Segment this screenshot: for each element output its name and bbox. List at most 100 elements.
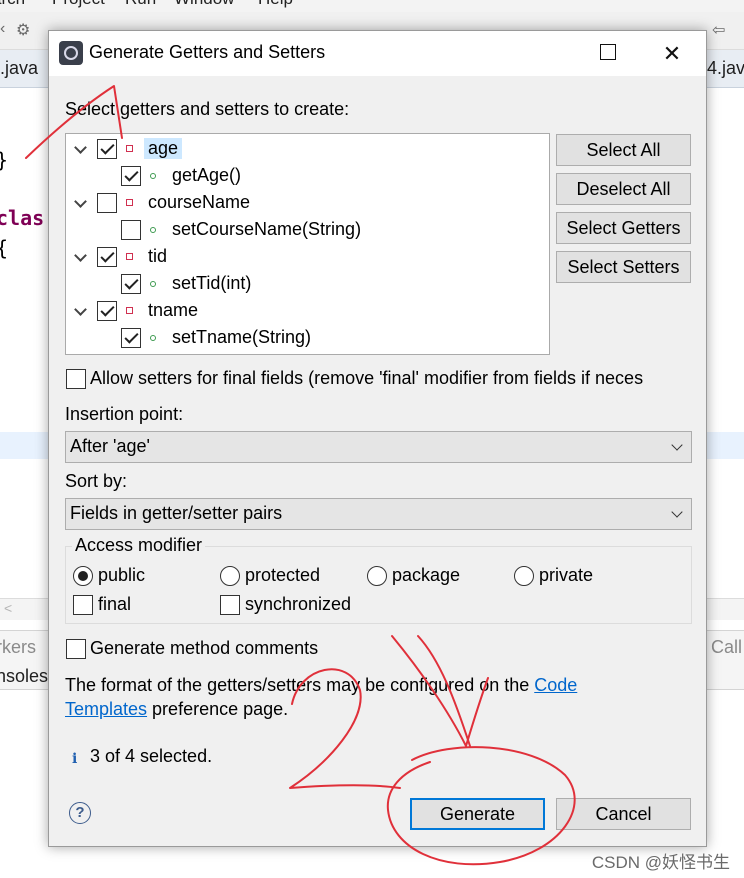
chevron-down-icon: [671, 508, 683, 520]
method-icon: [150, 335, 156, 341]
menu-window[interactable]: Window: [174, 0, 234, 9]
radio-public[interactable]: [73, 566, 93, 586]
expand-chevron-icon[interactable]: [74, 250, 88, 264]
tree-row-label: age: [144, 138, 183, 159]
radio-protected-label: protected: [245, 565, 321, 585]
code-templates-link[interactable]: Code: [534, 675, 577, 695]
expand-chevron-icon[interactable]: [74, 142, 88, 156]
method-icon: [150, 173, 156, 179]
tree-row-field[interactable]: tid: [66, 244, 549, 271]
back-arrow-icon[interactable]: ⇦: [712, 20, 725, 40]
menu-search[interactable]: arch: [0, 0, 25, 9]
tree-checkbox[interactable]: [97, 301, 117, 321]
tree-row-method[interactable]: setCourseName(String): [66, 217, 549, 244]
tree-checkbox[interactable]: [121, 166, 141, 186]
access-modifier-legend: Access modifier: [72, 535, 206, 556]
tree-checkbox[interactable]: [97, 247, 117, 267]
tree-checkbox[interactable]: [97, 193, 117, 213]
menu-run[interactable]: Run: [125, 0, 156, 9]
view-tab-consoles[interactable]: nsoles: [0, 666, 48, 687]
synchronized-checkbox[interactable]: [220, 595, 240, 615]
expand-chevron-icon[interactable]: [74, 304, 88, 318]
templates-link[interactable]: Templates: [65, 699, 147, 719]
tree-row-label: getAge(): [172, 165, 242, 185]
tree-row-field[interactable]: age: [66, 136, 549, 163]
dialog-titlebar[interactable]: Generate Getters and Setters ✕: [49, 31, 706, 76]
radio-private[interactable]: [514, 566, 534, 586]
insertion-point-select[interactable]: After 'age': [65, 431, 692, 463]
ide-menubar: arch Project Run Window Help: [0, 0, 744, 12]
field-icon: [126, 253, 133, 260]
sort-by-select[interactable]: Fields in getter/setter pairs: [65, 498, 692, 530]
chevron-down-icon: [671, 441, 683, 453]
method-icon: [150, 227, 156, 233]
close-button[interactable]: ✕: [637, 31, 707, 76]
format-text-part2: preference page.: [147, 699, 289, 719]
dialog-title: Generate Getters and Setters: [89, 42, 326, 62]
tree-row-label: setTname(String): [172, 327, 312, 347]
final-label: final: [98, 594, 132, 614]
tree-row-method[interactable]: getAge(): [66, 163, 549, 190]
tree-row-method[interactable]: setTid(int): [66, 271, 549, 298]
nav-icon[interactable]: ‹: [0, 20, 5, 38]
code-class-keyword: clas: [0, 206, 45, 230]
cancel-button[interactable]: Cancel: [556, 798, 691, 830]
menu-help[interactable]: Help: [258, 0, 293, 9]
method-icon: [150, 281, 156, 287]
tree-checkbox[interactable]: [97, 139, 117, 159]
radio-package-label: package: [392, 565, 461, 585]
fields-tree[interactable]: age getAge() courseName setCourseName(Strin…: [65, 133, 550, 355]
field-icon: [126, 307, 133, 314]
select-all-button[interactable]: Select All: [556, 134, 691, 166]
insertion-point-value: After 'age': [70, 436, 150, 456]
view-tab-markers[interactable]: rkers: [0, 637, 36, 658]
format-text-line2: Templates preference page.: [65, 699, 288, 720]
editor-tab-right[interactable]: 4.java: [707, 58, 744, 79]
tree-row-label: tid: [148, 246, 168, 266]
field-icon: [126, 199, 133, 206]
tree-row-label: setTid(int): [172, 273, 252, 293]
select-setters-button[interactable]: Select Setters: [556, 251, 691, 283]
maximize-button[interactable]: [573, 31, 643, 76]
close-icon: ✕: [662, 41, 682, 66]
tree-checkbox[interactable]: [121, 274, 141, 294]
allow-final-checkbox[interactable]: [66, 369, 86, 389]
final-checkbox[interactable]: [73, 595, 93, 615]
sort-by-value: Fields in getter/setter pairs: [70, 503, 283, 523]
help-icon[interactable]: ?: [69, 802, 91, 824]
tree-checkbox[interactable]: [121, 220, 141, 240]
allow-final-label: Allow setters for final fields (remove '…: [90, 368, 644, 388]
sort-by-label: Sort by:: [65, 471, 128, 491]
tree-row-label: courseName: [148, 192, 251, 212]
tree-row-method[interactable]: setTname(String): [66, 325, 549, 352]
code-brace-open: {: [0, 236, 8, 260]
generate-comments-label: Generate method comments: [90, 638, 319, 658]
debug-bug-icon[interactable]: ⚙: [16, 20, 30, 40]
generate-comments-checkbox[interactable]: [66, 639, 86, 659]
tree-row-field[interactable]: courseName: [66, 190, 549, 217]
field-icon: [126, 145, 133, 152]
editor-tab-left[interactable]: .java: [0, 58, 38, 79]
code-brace-close: }: [0, 148, 8, 172]
csdn-watermark: CSDN @妖怪书生: [591, 853, 730, 872]
tree-checkbox[interactable]: [121, 328, 141, 348]
radio-protected[interactable]: [220, 566, 240, 586]
generate-button[interactable]: Generate: [410, 798, 545, 830]
view-tab-call[interactable]: Call: [711, 637, 742, 658]
generate-getters-setters-dialog: Generate Getters and Setters ✕ Select ge…: [48, 30, 707, 847]
format-text-part1: The format of the getters/setters may be…: [65, 675, 535, 695]
maximize-icon: [600, 44, 616, 61]
deselect-all-button[interactable]: Deselect All: [556, 173, 691, 205]
scroll-left-arrow-icon[interactable]: <: [4, 600, 12, 616]
selection-status: 3 of 4 selected.: [90, 746, 213, 766]
expand-chevron-icon[interactable]: [74, 196, 88, 210]
synchronized-label: synchronized: [245, 594, 352, 614]
tree-row-field[interactable]: tname: [66, 298, 549, 325]
menu-project[interactable]: Project: [52, 0, 105, 9]
radio-package[interactable]: [367, 566, 387, 586]
info-icon: i: [72, 751, 78, 767]
radio-private-label: private: [539, 565, 594, 585]
select-getters-button[interactable]: Select Getters: [556, 212, 691, 244]
insertion-point-label: Insertion point:: [65, 404, 184, 424]
select-prompt: Select getters and setters to create:: [65, 99, 350, 119]
